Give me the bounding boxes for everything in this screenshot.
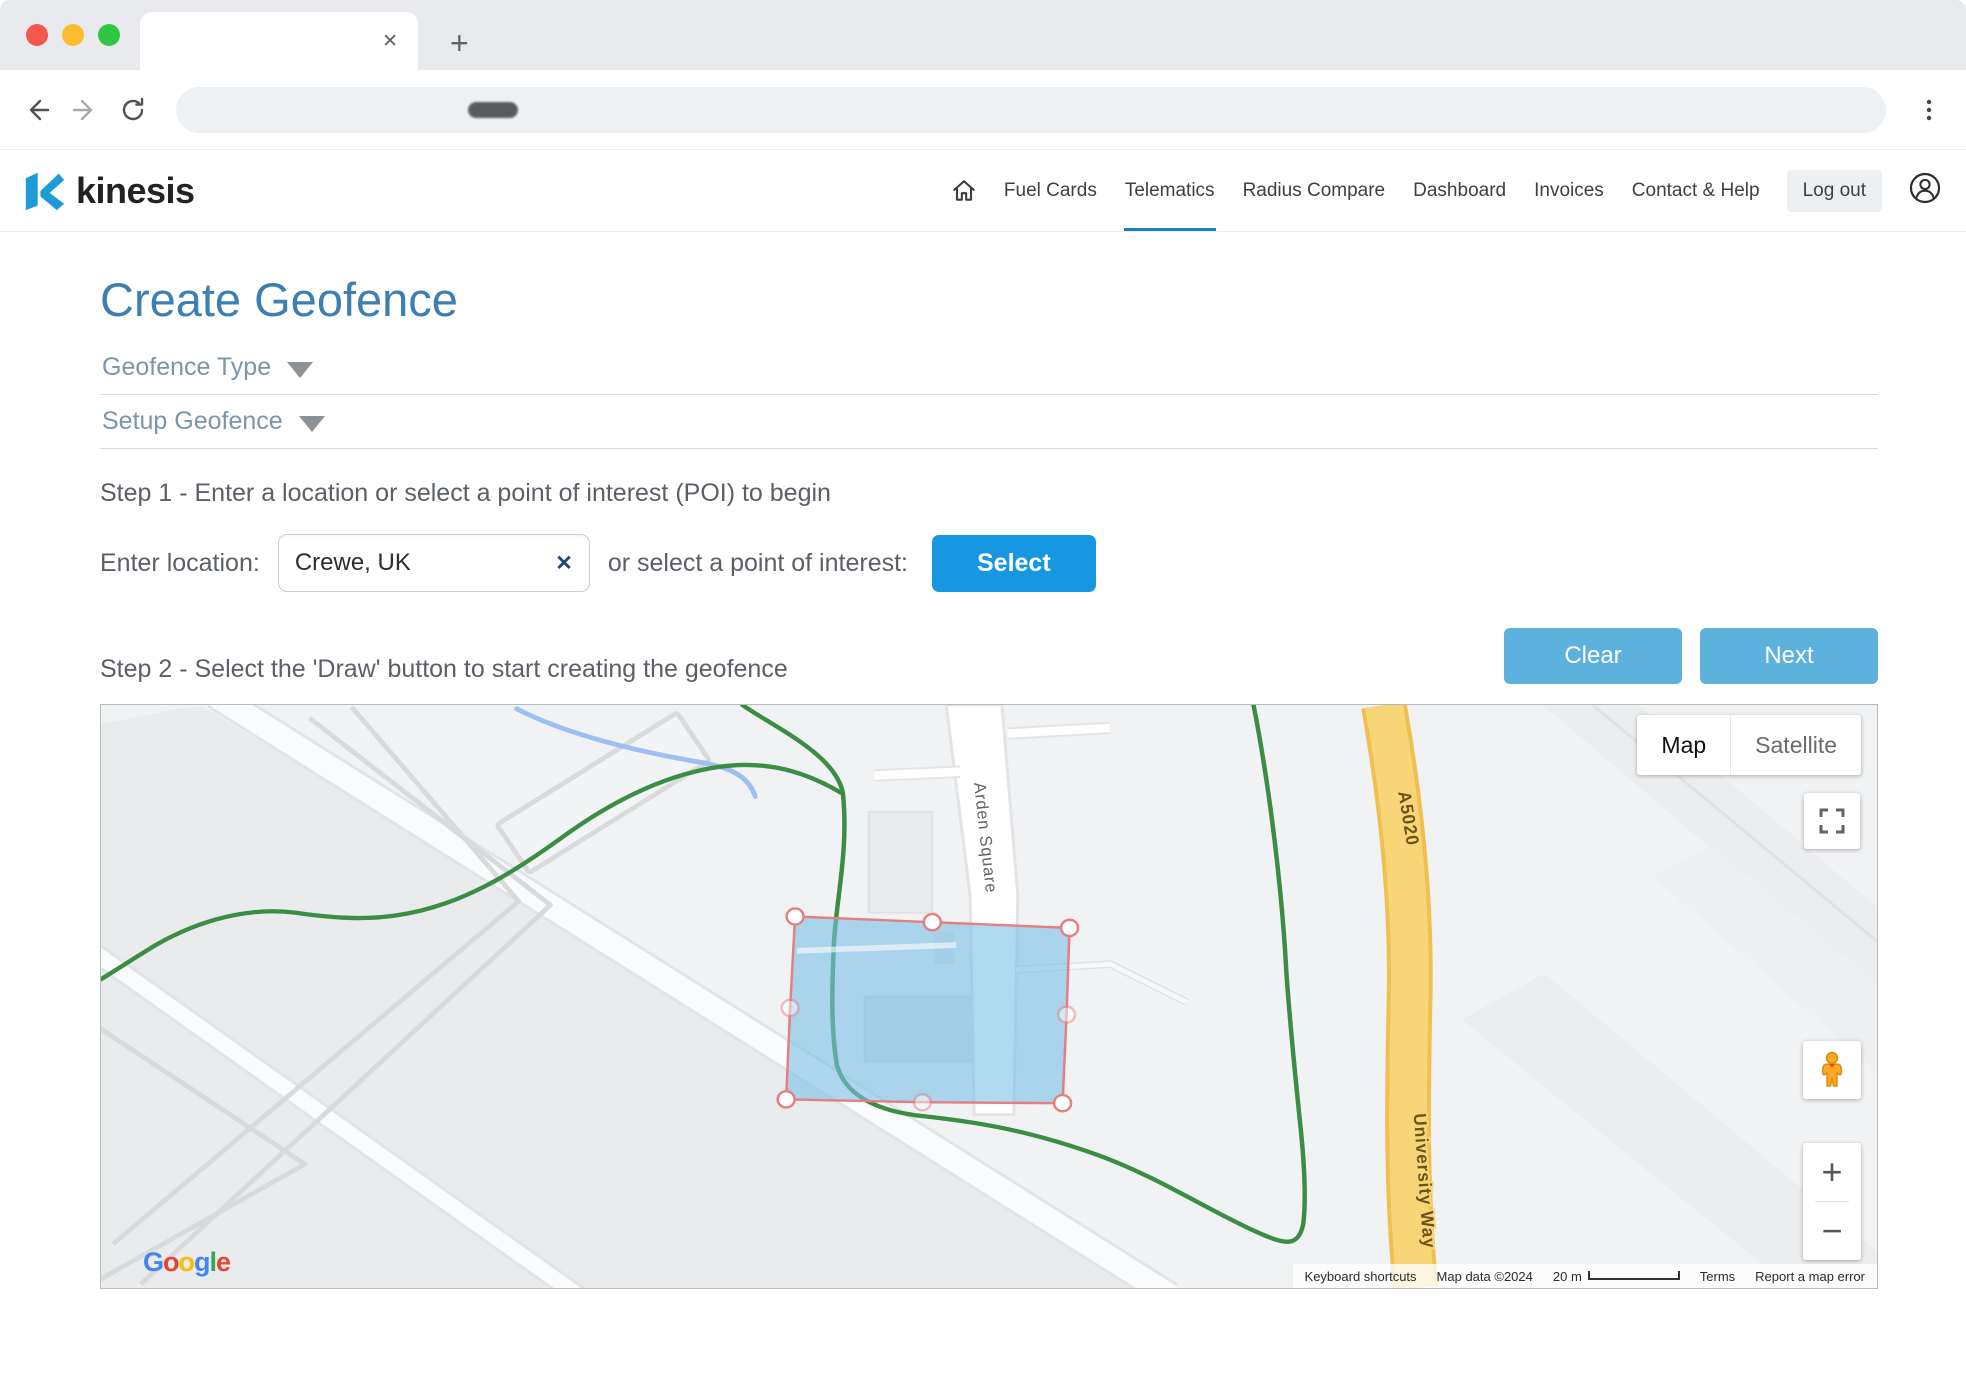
clear-button[interactable]: Clear (1504, 628, 1682, 684)
nav-contact-help[interactable]: Contact & Help (1631, 150, 1761, 231)
redacted-url-text (468, 102, 518, 118)
tab-close-icon[interactable]: ✕ (382, 30, 398, 53)
browser-tab[interactable]: ✕ (140, 12, 418, 70)
map-type-map-button[interactable]: Map (1637, 715, 1730, 775)
account-avatar-icon[interactable] (1908, 171, 1942, 211)
clear-location-icon[interactable]: ✕ (555, 551, 573, 576)
brand-name: kinesis (76, 170, 195, 212)
page-title: Create Geofence (100, 272, 1878, 327)
chevron-down-icon (287, 362, 313, 378)
step1-instruction: Step 1 - Enter a location or select a po… (100, 479, 1878, 508)
google-logo[interactable]: Google (143, 1247, 230, 1278)
map-action-buttons: Clear Next (1504, 628, 1878, 684)
window-maximize-button[interactable] (98, 24, 120, 46)
accordion-setup-geofence[interactable]: Setup Geofence (100, 395, 1878, 449)
nav-fuel-cards[interactable]: Fuel Cards (1003, 150, 1098, 231)
zoom-control: + − (1803, 1143, 1861, 1260)
location-row: Enter location: Crewe, UK ✕ or select a … (100, 534, 1878, 592)
map-type-control: Map Satellite (1637, 715, 1861, 775)
fullscreen-icon (1817, 806, 1847, 836)
map-attribution: Keyboard shortcuts Map data ©2024 20 m T… (1293, 1264, 1877, 1288)
browser-menu-icon[interactable] (1914, 95, 1944, 125)
next-button[interactable]: Next (1700, 628, 1878, 684)
map-type-satellite-button[interactable]: Satellite (1730, 715, 1861, 775)
step2-row: Step 2 - Select the 'Draw' button to sta… (100, 628, 1878, 684)
address-bar[interactable] (176, 87, 1886, 133)
page-content: Create Geofence Geofence Type Setup Geof… (0, 272, 1966, 1289)
keyboard-shortcuts-link[interactable]: Keyboard shortcuts (1305, 1269, 1417, 1284)
zoom-in-button[interactable]: + (1803, 1143, 1861, 1201)
map-basemap: Arden Square A5020 University Way (101, 705, 1877, 1288)
step2-instruction: Step 2 - Select the 'Draw' button to sta… (100, 655, 788, 684)
browser-tab-strip: ✕ + (0, 0, 1966, 70)
building (869, 812, 933, 913)
nav-telematics[interactable]: Telematics (1124, 150, 1216, 231)
window-close-button[interactable] (26, 24, 48, 46)
kinesis-logo-icon (24, 170, 66, 212)
kinesis-logo[interactable]: kinesis (24, 170, 195, 212)
back-icon[interactable] (22, 95, 52, 125)
reload-icon[interactable] (118, 95, 148, 125)
home-icon[interactable] (951, 150, 977, 231)
nav-dashboard[interactable]: Dashboard (1412, 150, 1507, 231)
location-value[interactable]: Crewe, UK (295, 549, 555, 577)
nav-radius-compare[interactable]: Radius Compare (1242, 150, 1387, 231)
chevron-down-icon (299, 416, 325, 432)
zoom-out-button[interactable]: − (1803, 1202, 1861, 1260)
window-controls (26, 24, 120, 46)
location-input[interactable]: Crewe, UK ✕ (278, 534, 590, 592)
scale-label: 20 m (1553, 1269, 1582, 1284)
new-tab-button[interactable]: + (450, 25, 469, 62)
select-poi-button[interactable]: Select (932, 535, 1096, 592)
map-canvas[interactable]: Arden Square A5020 University Way Map Sa… (100, 704, 1878, 1289)
map-data-text: Map data ©2024 (1437, 1269, 1533, 1284)
report-map-error-link[interactable]: Report a map error (1755, 1269, 1865, 1284)
window-minimize-button[interactable] (62, 24, 84, 46)
pegman-button[interactable] (1803, 1041, 1861, 1099)
scale-bar-icon (1588, 1271, 1680, 1281)
main-nav: Fuel Cards Telematics Radius Compare Das… (951, 150, 1942, 231)
forward-icon[interactable] (70, 95, 100, 125)
logout-button[interactable]: Log out (1787, 170, 1882, 212)
fullscreen-button[interactable] (1804, 793, 1860, 849)
browser-toolbar (0, 70, 1966, 150)
poi-label: or select a point of interest: (608, 549, 908, 578)
accordion-setup-geofence-label: Setup Geofence (102, 407, 283, 436)
site-header: kinesis Fuel Cards Telematics Radius Com… (0, 150, 1966, 232)
scale-bar: 20 m (1553, 1269, 1680, 1284)
enter-location-label: Enter location: (100, 549, 260, 578)
nav-invoices[interactable]: Invoices (1533, 150, 1605, 231)
terms-link[interactable]: Terms (1700, 1269, 1735, 1284)
pegman-icon (1816, 1051, 1848, 1089)
accordion-geofence-type[interactable]: Geofence Type (100, 341, 1878, 395)
accordion-geofence-type-label: Geofence Type (102, 353, 271, 382)
